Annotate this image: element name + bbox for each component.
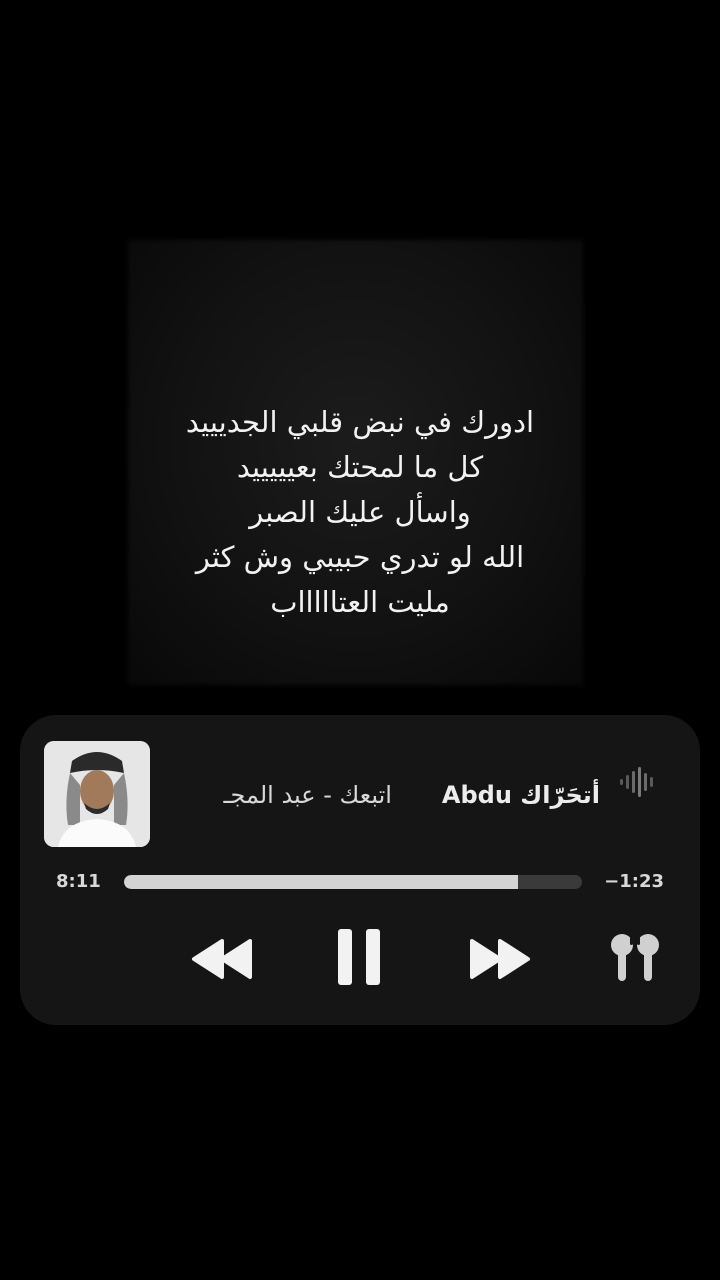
album-artwork[interactable] (44, 741, 150, 847)
lyric-line-1: ادورك في نبض قلبي الجديييد (185, 405, 535, 439)
airpods-icon[interactable] (608, 931, 662, 985)
fast-forward-icon[interactable] (468, 937, 532, 981)
rewind-icon[interactable] (190, 937, 254, 981)
progress-fill (124, 875, 518, 889)
track-title-marquee[interactable]: أتحَرّاك Abdu اتبعك - عبد المجـ (165, 773, 600, 817)
pause-icon[interactable] (336, 927, 382, 987)
track-title: أتحَرّاك Abdu (441, 781, 600, 809)
lyrics-overlay: ادورك في نبض قلبي الجديييد كل ما لمحتك ب… (60, 400, 660, 625)
lyric-line-2: كل ما لمحتك بعيييييد (236, 450, 484, 484)
elapsed-time: 8:11 (56, 871, 101, 892)
remaining-time: −1:23 (604, 871, 664, 892)
audio-wave-icon (620, 767, 653, 797)
lyric-line-4: الله لو تدري حبيبي وش كثر (195, 540, 525, 574)
artist-photo-icon (44, 741, 150, 847)
now-playing-widget: أتحَرّاك Abdu اتبعك - عبد المجـ 8:11 −1:2… (20, 715, 700, 1025)
lyric-line-3: واسأل عليك الصبر (249, 495, 471, 529)
track-subtitle: اتبعك - عبد المجـ (223, 781, 392, 809)
lyric-line-5: مليت العتاااااب (270, 585, 450, 619)
progress-bar[interactable] (124, 875, 582, 889)
